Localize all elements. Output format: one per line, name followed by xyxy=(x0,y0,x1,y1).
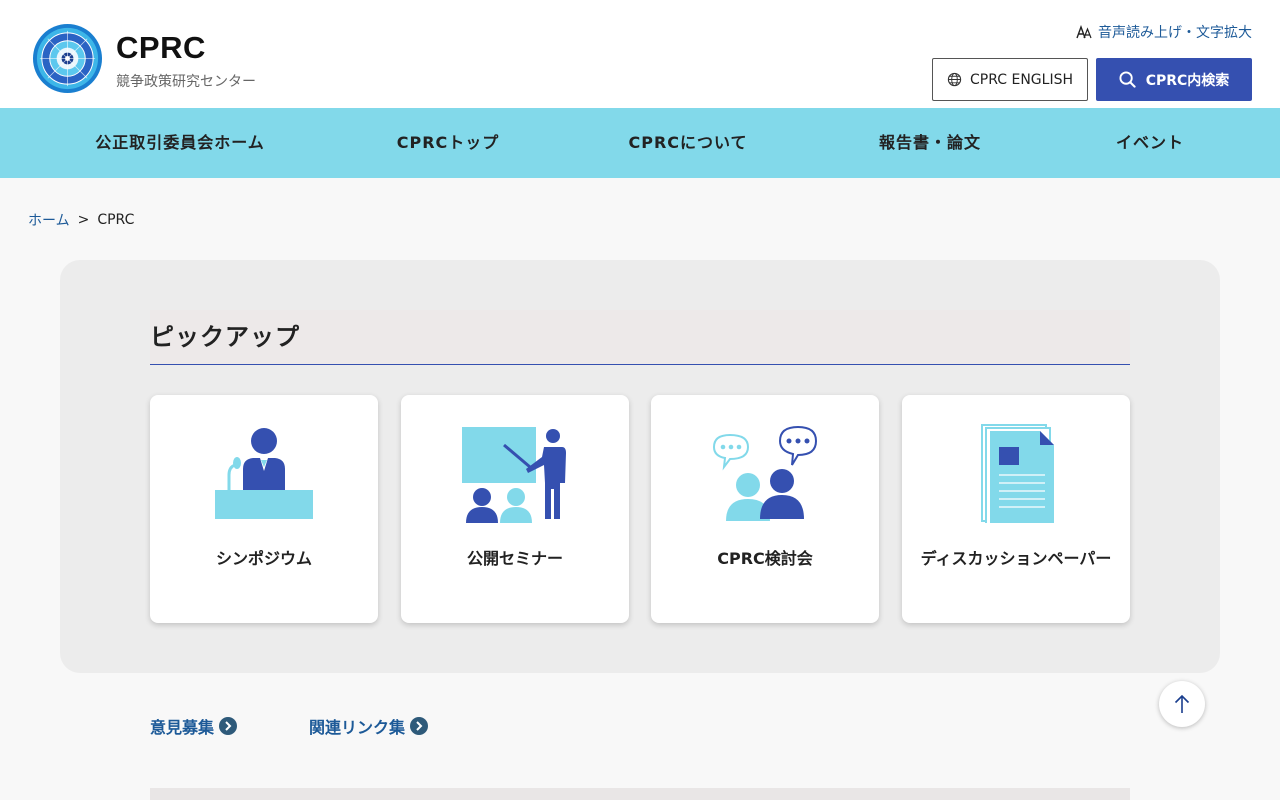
site-header: CPRC 競争政策研究センター 音声読み上げ・文字拡大 CPRC ENGLISH… xyxy=(0,0,1280,108)
accessibility-link[interactable]: 音声読み上げ・文字拡大 xyxy=(1076,22,1252,42)
document-paper-icon xyxy=(981,424,1054,523)
text-size-icon xyxy=(1076,25,1092,39)
breadcrumb-home-link[interactable]: ホーム xyxy=(28,210,70,230)
globe-icon xyxy=(947,72,962,87)
pickup-title: ピックアップ xyxy=(150,323,300,351)
card-label: 公開セミナー xyxy=(466,549,563,568)
opinion-link-label: 意見募集 xyxy=(150,718,215,737)
search-label: CPRC内検索 xyxy=(1145,72,1230,89)
back-to-top-button[interactable] xyxy=(1159,681,1205,727)
card-label: ディスカッションペーパー xyxy=(920,549,1112,568)
global-nav: 公正取引委員会ホーム CPRCトップ CPRCについて 報告書・論文 イベント xyxy=(0,108,1280,178)
breadcrumb-current: CPRC xyxy=(97,212,135,228)
pickup-card-study-group[interactable]: CPRC検討会 xyxy=(651,395,879,623)
related-links-link[interactable]: 関連リンク集 xyxy=(309,714,429,738)
nav-item-jftc-home[interactable]: 公正取引委員会ホーム xyxy=(95,108,265,178)
english-button[interactable]: CPRC ENGLISH xyxy=(932,58,1088,101)
next-section-heading xyxy=(150,788,1130,800)
podium-speaker-icon xyxy=(215,428,313,519)
pickup-card-seminar[interactable]: 公開セミナー xyxy=(401,395,629,623)
breadcrumb: ホーム > CPRC xyxy=(28,210,134,230)
nav-item-events[interactable]: イベント xyxy=(1116,108,1184,178)
site-subtitle: 競争政策研究センター xyxy=(116,74,256,90)
discussion-icon xyxy=(712,425,818,521)
pickup-panel: ピックアップ シンポジウム 公開セミナー CPRC検討会 ディスカッションペーパ… xyxy=(60,260,1220,673)
accessibility-label: 音声読み上げ・文字拡大 xyxy=(1098,25,1252,41)
pickup-card-symposium[interactable]: シンポジウム xyxy=(150,395,378,623)
seminar-presenter-icon xyxy=(462,427,566,523)
related-links-label: 関連リンク集 xyxy=(309,718,406,737)
card-label: CPRC検討会 xyxy=(717,549,813,568)
nav-item-about-cprc[interactable]: CPRCについて xyxy=(628,108,747,178)
pickup-heading: ピックアップ xyxy=(150,310,1130,365)
breadcrumb-separator: > xyxy=(77,212,90,228)
nav-item-reports[interactable]: 報告書・論文 xyxy=(879,108,981,178)
cprc-logo-icon[interactable] xyxy=(32,23,103,94)
chevron-right-icon xyxy=(410,717,429,735)
opinion-link[interactable]: 意見募集 xyxy=(150,714,238,738)
english-label: CPRC ENGLISH xyxy=(970,71,1073,88)
search-icon xyxy=(1119,71,1136,88)
site-title[interactable]: CPRC xyxy=(116,30,206,66)
arrow-up-icon xyxy=(1174,694,1190,713)
site-search-button[interactable]: CPRC内検索 xyxy=(1096,58,1252,101)
pickup-card-discussion-paper[interactable]: ディスカッションペーパー xyxy=(902,395,1130,623)
card-label: シンポジウム xyxy=(215,549,312,568)
chevron-right-icon xyxy=(219,717,238,735)
nav-item-cprc-top[interactable]: CPRCトップ xyxy=(397,108,500,178)
